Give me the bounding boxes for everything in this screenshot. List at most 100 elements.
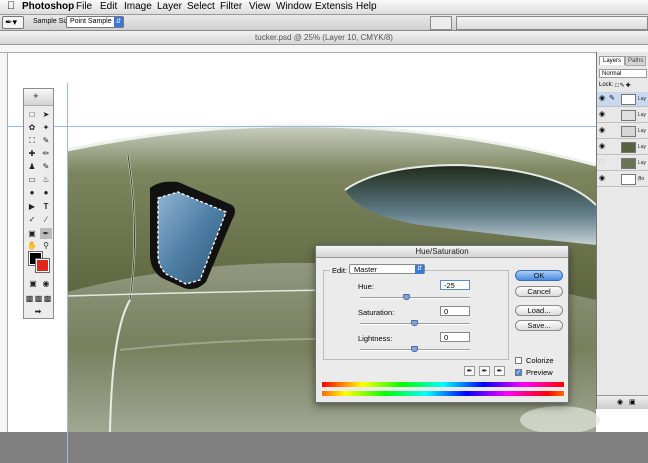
palette-well-icon[interactable] <box>430 16 452 30</box>
lightness-slider-thumb[interactable] <box>411 346 418 352</box>
layer-name: Lay <box>638 144 647 150</box>
type-tool-icon[interactable]: T <box>40 201 52 212</box>
menu-edit[interactable]: Edit <box>100 1 117 12</box>
guide-vertical[interactable] <box>67 83 68 463</box>
hand-tool-icon[interactable]: ✋ <box>26 240 38 251</box>
eraser-tool-icon[interactable]: ▭ <box>26 174 38 185</box>
saturation-slider-thumb[interactable] <box>411 320 418 326</box>
toolbox: ✦ □ ➤ ✿ ✦ ⛶ ✎ ✚ ✏ ♟ ✎ ▭ ♨ ● ● ▶ T ✓ ∕ ▣ … <box>23 88 54 319</box>
pen-tool-icon[interactable]: ✓ <box>26 214 38 225</box>
apple-menu-icon[interactable]:  <box>7 0 15 12</box>
ruler-vertical[interactable] <box>0 53 8 432</box>
layers-footer: ◉ ▣ <box>597 395 648 409</box>
clone-stamp-tool-icon[interactable]: ♟ <box>26 161 38 172</box>
layer-row[interactable]: ◉ Lay <box>597 140 648 155</box>
jump-to-imageready-icon[interactable]: ➡ <box>32 306 44 317</box>
paint-bucket-tool-icon[interactable]: ♨ <box>40 174 52 185</box>
menu-layer[interactable]: Layer <box>157 1 182 12</box>
tab-layers[interactable]: Layers <box>599 56 626 65</box>
layer-thumbnail <box>621 142 636 153</box>
screen-mode-standard-icon[interactable]: ▩ <box>25 293 34 304</box>
layer-name: Lay <box>638 160 647 166</box>
ruler-horizontal[interactable] <box>0 45 648 53</box>
layer-row[interactable]: ◉ Lay <box>597 124 648 139</box>
crop-tool-icon[interactable]: ⛶ <box>26 135 38 146</box>
layer-thumbnail <box>621 110 636 121</box>
eye-hidden-icon[interactable]: □ <box>599 159 607 167</box>
layer-row[interactable]: □ Lay <box>597 156 648 171</box>
chevron-updown-icon: ⇵ <box>415 265 424 274</box>
preview-checkbox[interactable]: ✓ <box>515 369 522 376</box>
notes-tool-icon[interactable]: ▣ <box>26 228 38 239</box>
load-button[interactable]: Load... <box>515 305 563 316</box>
quick-mask-off-icon[interactable]: ▣ <box>27 278 39 289</box>
screen-mode-full-icon[interactable]: ▩ <box>43 293 52 304</box>
eyedropper-minus-icon[interactable]: ✒ <box>494 366 505 376</box>
eye-icon[interactable]: ◉ <box>599 143 607 151</box>
lasso-tool-icon[interactable]: ✿ <box>26 122 38 133</box>
layer-name: Lay <box>638 96 647 102</box>
options-bar-field[interactable] <box>456 16 648 30</box>
save-button[interactable]: Save... <box>515 320 563 331</box>
cancel-button[interactable]: Cancel <box>515 286 563 297</box>
lock-label: Lock: <box>599 82 614 88</box>
guide-horizontal[interactable] <box>8 126 648 127</box>
eyedropper-preset-icon[interactable]: ✒▾ <box>2 16 24 29</box>
hue-input[interactable]: -25 <box>440 280 470 290</box>
brush-tool-icon[interactable]: ✏ <box>40 148 52 159</box>
input-color-bar <box>322 382 564 387</box>
hue-slider-track[interactable] <box>360 297 470 299</box>
eye-icon[interactable]: ◉ <box>599 95 607 103</box>
sample-size-value: Point Sample <box>70 18 112 25</box>
saturation-input[interactable]: 0 <box>440 306 470 316</box>
dodge-tool-icon[interactable]: ● <box>40 187 52 198</box>
magic-wand-tool-icon[interactable]: ✦ <box>40 122 52 133</box>
edit-select[interactable]: Master ⇵ <box>349 264 425 274</box>
toolbox-header[interactable]: ✦ <box>24 89 53 106</box>
screen-mode-full-menu-icon[interactable]: ▩ <box>34 293 43 304</box>
dialog-title[interactable]: Hue/Saturation <box>316 246 568 258</box>
move-tool-icon[interactable]: ➤ <box>40 109 52 120</box>
background-color-swatch[interactable] <box>35 258 50 273</box>
menu-help[interactable]: Help <box>356 1 377 12</box>
eyedropper-icon[interactable]: ✒ <box>464 366 475 376</box>
lock-icons[interactable]: □✎✚ <box>615 82 632 89</box>
quick-mask-on-icon[interactable]: ◉ <box>40 278 52 289</box>
menu-window[interactable]: Window <box>276 1 312 12</box>
eyedropper-plus-icon[interactable]: ✒ <box>479 366 490 376</box>
ok-button[interactable]: OK <box>515 270 563 281</box>
menu-file[interactable]: File <box>76 1 92 12</box>
mask-icon[interactable]: ▣ <box>629 398 636 406</box>
sample-size-select[interactable]: Point Sample ⇵ <box>66 16 124 28</box>
path-selection-tool-icon[interactable]: ▶ <box>26 201 38 212</box>
layer-row[interactable]: ◉ Bo <box>597 172 648 187</box>
menu-extensis[interactable]: Extensis <box>315 1 353 12</box>
menu-image[interactable]: Image <box>124 1 152 12</box>
healing-brush-tool-icon[interactable]: ✚ <box>26 148 38 159</box>
blend-mode-select[interactable]: Normal <box>599 69 647 78</box>
eye-icon[interactable]: ◉ <box>599 175 607 183</box>
zoom-tool-icon[interactable]: ⚲ <box>40 240 52 251</box>
layer-row[interactable]: ◉ Lay <box>597 108 648 123</box>
line-tool-icon[interactable]: ∕ <box>40 214 52 225</box>
hue-label: Hue: <box>358 282 374 291</box>
menu-filter[interactable]: Filter <box>220 1 242 12</box>
edit-value: Master <box>354 265 377 274</box>
marquee-tool-icon[interactable]: □ <box>26 109 38 120</box>
menu-app-name[interactable]: Photoshop <box>22 1 74 12</box>
eye-icon[interactable]: ◉ <box>599 111 607 119</box>
menu-select[interactable]: Select <box>187 1 215 12</box>
eye-icon[interactable]: ◉ <box>599 127 607 135</box>
history-brush-tool-icon[interactable]: ✎ <box>40 161 52 172</box>
lightness-input[interactable]: 0 <box>440 332 470 342</box>
menu-bar:  Photoshop File Edit Image Layer Select… <box>0 0 648 15</box>
document-title[interactable]: tucker.psd @ 25% (Layer 10, CMYK/8) <box>0 31 648 45</box>
tab-paths[interactable]: Paths <box>625 56 647 66</box>
blur-tool-icon[interactable]: ● <box>26 187 38 198</box>
layer-row[interactable]: ◉ ✎ Lay <box>597 92 648 107</box>
menu-view[interactable]: View <box>249 1 271 12</box>
slice-tool-icon[interactable]: ✎ <box>40 135 52 146</box>
eyedropper-tool-icon[interactable]: ✒ <box>40 228 52 239</box>
colorize-checkbox[interactable] <box>515 357 522 364</box>
layer-style-icon[interactable]: ◉ <box>617 398 623 406</box>
